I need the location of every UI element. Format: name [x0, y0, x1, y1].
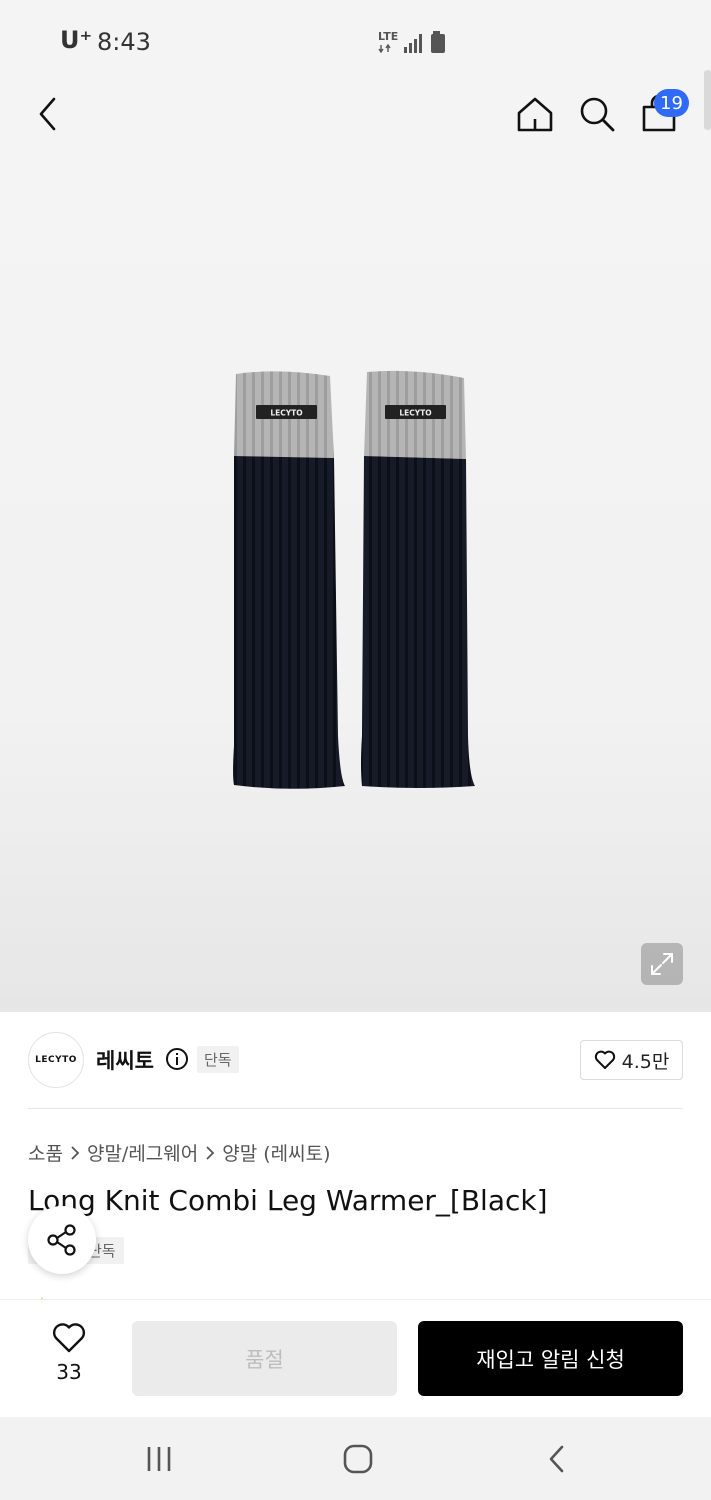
info-icon: [166, 1048, 188, 1070]
soldout-button[interactable]: 품절: [132, 1321, 397, 1396]
chevron-right-icon: [204, 1145, 216, 1161]
home-system-button[interactable]: [338, 1439, 378, 1479]
back-button[interactable]: [24, 90, 72, 138]
left-brand-label-text: LECYTO: [270, 409, 302, 418]
breadcrumb-item-brand-category[interactable]: 양말 (레씨토): [222, 1139, 330, 1166]
leg-warmer-image: LECYTO LECYTO: [233, 370, 475, 789]
breadcrumb-item-category[interactable]: 소품: [28, 1139, 63, 1166]
brand-name[interactable]: 레씨토: [96, 1045, 154, 1075]
search-icon: [580, 97, 615, 132]
home-button[interactable]: [511, 90, 559, 138]
exclusive-tag: 단독: [197, 1046, 239, 1073]
product-title: Long Knit Combi Leg Warmer_[Black]: [28, 1184, 548, 1217]
brand-like-button[interactable]: 4.5만: [580, 1040, 683, 1080]
signal-battery-icon: LTE: [378, 30, 445, 54]
home-icon: [517, 97, 553, 132]
wishlist-button[interactable]: 33: [34, 1322, 104, 1392]
chevron-left-icon: [39, 97, 56, 131]
right-warmer-body: [361, 456, 475, 788]
chevron-right-icon: [69, 1145, 81, 1161]
product-image-area[interactable]: U⁺ 8:43 LTE 19 LECYTO LECYTO: [0, 0, 711, 1012]
expand-image-button[interactable]: [641, 943, 683, 985]
share-button[interactable]: [28, 1206, 96, 1274]
back-arrow-icon: [549, 1445, 564, 1473]
network-type-label: LTE: [378, 30, 398, 43]
top-nav: [0, 84, 711, 148]
home-circle-icon: [343, 1444, 373, 1474]
breadcrumb-item-subcategory[interactable]: 양말/레그웨어: [87, 1139, 198, 1166]
status-time: 8:43: [97, 28, 151, 56]
brand-logo[interactable]: LECYTO: [28, 1032, 84, 1088]
heart-icon: [52, 1323, 86, 1353]
system-nav-bar: [0, 1417, 711, 1500]
brand-info-button[interactable]: [165, 1047, 189, 1075]
restock-alert-button[interactable]: 재입고 알림 신청: [418, 1321, 683, 1396]
cart-count-badge: 19: [654, 89, 689, 117]
brand-like-count: 4.5만: [621, 1050, 670, 1073]
status-bar: U⁺ 8:43 LTE: [0, 0, 711, 84]
divider: [28, 1108, 683, 1109]
brand-row: LECYTO 레씨토 단독 4.5만: [28, 1030, 683, 1090]
status-icons: LTE: [378, 28, 450, 58]
back-system-button[interactable]: [537, 1439, 577, 1479]
breadcrumb: 소품 양말/레그웨어 양말 (레씨토): [28, 1139, 331, 1166]
wishlist-count: 33: [56, 1360, 82, 1384]
recent-apps-button[interactable]: [139, 1439, 179, 1479]
share-icon: [47, 1224, 76, 1256]
expand-icon: [651, 953, 673, 975]
scroll-indicator: [704, 70, 711, 130]
product-photo: LECYTO LECYTO: [228, 366, 483, 800]
recent-apps-icon: [147, 1447, 171, 1471]
search-button[interactable]: [573, 90, 621, 138]
carrier-label: U⁺: [60, 26, 93, 54]
right-brand-label-text: LECYTO: [399, 409, 431, 418]
heart-icon: [594, 1050, 615, 1069]
app-root: U⁺ 8:43 LTE 19 LECYTO LECYTO LECYTO 레씨토 …: [0, 0, 711, 1500]
left-warmer-body: [233, 456, 345, 789]
